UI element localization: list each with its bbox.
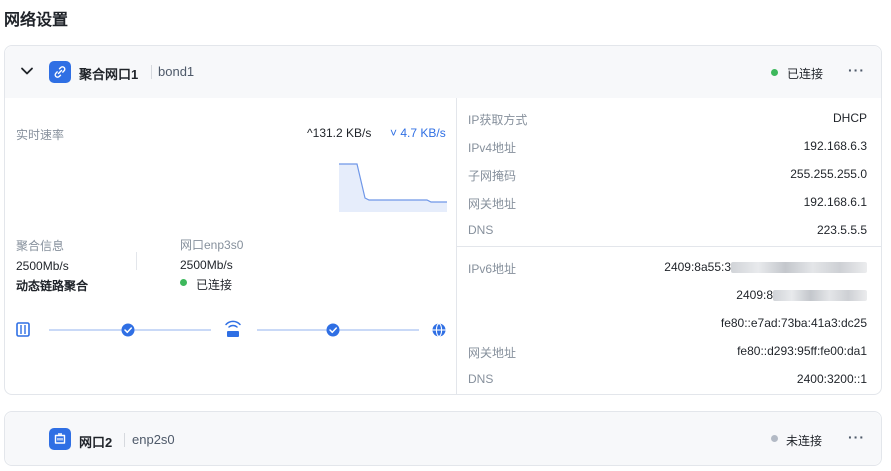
card-header[interactable]: 网口2 enp2s0 未连接 ··· bbox=[5, 412, 881, 465]
divider bbox=[136, 252, 137, 270]
divider bbox=[124, 433, 125, 447]
interface-device: enp2s0 bbox=[132, 432, 175, 447]
netmask-value: 255.255.255.0 bbox=[790, 167, 867, 181]
more-options-button[interactable]: ··· bbox=[848, 62, 865, 78]
divider bbox=[151, 65, 152, 79]
status-badge: 已连接 bbox=[787, 67, 824, 81]
divider bbox=[456, 246, 882, 247]
dns-value: 223.5.5.5 bbox=[816, 223, 867, 237]
ipv4-label: IPv4地址 bbox=[468, 141, 517, 155]
status-dot bbox=[180, 279, 187, 286]
gateway-label: 网关地址 bbox=[468, 197, 517, 211]
interface-card-bond1: 聚合网口1 bond1 已连接 ··· 实时速率 ^131.2 KB/s ˅ 4… bbox=[4, 45, 882, 395]
status-dot bbox=[771, 435, 778, 442]
redacted-text bbox=[731, 262, 867, 274]
interface-card-enp2s0: 网口2 enp2s0 未连接 ··· bbox=[4, 411, 882, 466]
port-speed: 2500Mb/s bbox=[180, 258, 233, 272]
card-header[interactable]: 聚合网口1 bond1 已连接 ··· bbox=[5, 46, 881, 98]
network-topology bbox=[16, 320, 446, 337]
ipv4-value: 192.168.6.3 bbox=[803, 139, 867, 153]
ipv6-gateway-label: 网关地址 bbox=[468, 346, 517, 360]
check-circle-icon bbox=[326, 323, 340, 337]
speed-sparkline bbox=[339, 163, 447, 212]
ip-method-value: DHCP bbox=[832, 111, 867, 125]
netmask-label: 子网掩码 bbox=[468, 169, 517, 183]
status-badge: 未连接 bbox=[786, 434, 823, 448]
aggregate-mode: 动态链路聚合 bbox=[16, 279, 89, 293]
redacted-text bbox=[773, 290, 867, 302]
ipv6-address-1: 2409:8a55:3 bbox=[664, 260, 867, 274]
speed-label: 实时速率 bbox=[16, 128, 65, 142]
interface-device: bond1 bbox=[158, 64, 195, 79]
check-circle-icon bbox=[121, 323, 135, 337]
link-icon bbox=[49, 61, 71, 83]
port-label: 网口enp3s0 bbox=[180, 238, 244, 252]
router-icon bbox=[225, 320, 241, 337]
ipv6-label: IPv6地址 bbox=[468, 262, 517, 276]
dns-label: DNS bbox=[468, 223, 494, 237]
arrow-down-icon: ˅ bbox=[390, 126, 401, 140]
more-options-button[interactable]: ··· bbox=[848, 429, 865, 445]
ip-method-label: IP获取方式 bbox=[468, 113, 528, 127]
download-rate: ˅ 4.7 KB/s bbox=[390, 126, 446, 140]
ipv6-dns-label: DNS bbox=[468, 372, 494, 386]
ethernet-port-icon bbox=[49, 428, 71, 450]
ipv6-address-2: 2409:8 bbox=[736, 288, 867, 302]
status-dot bbox=[771, 69, 778, 76]
globe-icon bbox=[432, 323, 446, 337]
ipv6-gateway-value: fe80::d293:95ff:fe00:da1 bbox=[737, 344, 867, 358]
gateway-value: 192.168.6.1 bbox=[803, 195, 867, 209]
chevron-down-icon[interactable] bbox=[20, 64, 34, 78]
ipv6-dns-value: 2400:3200::1 bbox=[796, 372, 867, 386]
interface-name: 聚合网口1 bbox=[79, 67, 139, 82]
page-title: 网络设置 bbox=[4, 12, 69, 29]
port-status: 已连接 bbox=[196, 278, 233, 292]
ipv6-address-3: fe80::e7ad:73ba:41a3:dc25 bbox=[720, 316, 867, 330]
aggregate-speed: 2500Mb/s bbox=[16, 259, 69, 273]
nas-device-icon bbox=[16, 322, 30, 337]
upload-rate: ^131.2 KB/s bbox=[307, 126, 372, 140]
aggregate-label: 聚合信息 bbox=[16, 239, 65, 253]
interface-name: 网口2 bbox=[79, 435, 113, 450]
